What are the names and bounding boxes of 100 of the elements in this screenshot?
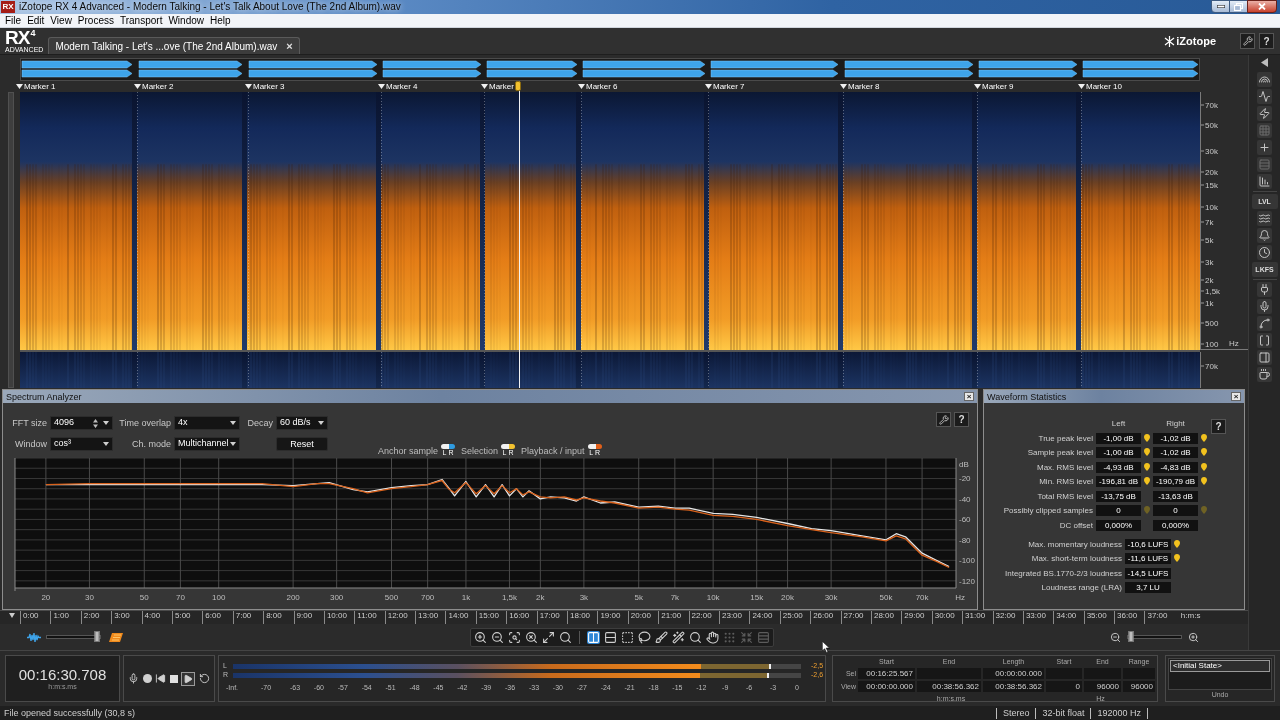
marker-label[interactable]: Marker 2: [142, 81, 174, 92]
location-pin-icon[interactable]: [1144, 462, 1150, 471]
spectrogram[interactable]: [20, 92, 1200, 350]
arcs-icon[interactable]: [1257, 72, 1272, 87]
marker-triangle-icon[interactable]: [840, 84, 847, 89]
dropdown[interactable]: 4x: [174, 416, 240, 430]
scan-search-icon[interactable]: [508, 630, 521, 644]
marker-triangle-icon[interactable]: [578, 84, 585, 89]
location-pin-icon[interactable]: [1144, 448, 1150, 456]
menu-item[interactable]: Edit: [27, 14, 45, 27]
marker-label[interactable]: Marker 3: [253, 81, 285, 92]
marker-label[interactable]: Marker 10: [1086, 81, 1122, 92]
help-button[interactable]: ?: [1211, 419, 1226, 434]
help-button[interactable]: ?: [954, 412, 969, 427]
clock-icon[interactable]: [1257, 245, 1272, 260]
marker-triangle-icon[interactable]: [16, 84, 23, 89]
brackets-icon[interactable]: [1257, 333, 1272, 348]
dashed-square-icon[interactable]: [621, 630, 634, 644]
slider-thumb[interactable]: [1128, 631, 1134, 642]
dropdown[interactable]: 60 dB/s: [276, 416, 328, 430]
curve-icon[interactable]: [1257, 316, 1272, 331]
location-pin-icon[interactable]: [1144, 433, 1150, 442]
pulse-icon[interactable]: [1257, 89, 1272, 104]
location-pin-icon[interactable]: [1201, 462, 1207, 471]
timeline-ruler[interactable]: [0, 610, 1248, 624]
lasso-icon[interactable]: [638, 630, 651, 644]
marker-triangle-icon[interactable]: [705, 84, 712, 89]
magic-wand-icon[interactable]: [672, 630, 685, 644]
location-pin-icon[interactable]: [1201, 448, 1207, 456]
menu-item[interactable]: Window: [168, 14, 204, 27]
marker-label[interactable]: Marker 1: [24, 81, 56, 92]
lightning-icon[interactable]: [1257, 106, 1272, 121]
record-icon[interactable]: [142, 674, 152, 683]
zoom-out-icon[interactable]: [491, 630, 504, 644]
menu-item[interactable]: Transport: [120, 14, 163, 27]
menu-item[interactable]: Process: [77, 14, 114, 27]
waveform-icon[interactable]: [27, 632, 41, 642]
value-field[interactable]: 96000: [1084, 681, 1121, 692]
panel-icon[interactable]: [1257, 350, 1272, 365]
marker-label[interactable]: Marker 8: [848, 81, 880, 92]
reset-button[interactable]: Reset: [276, 437, 328, 451]
maximize-button[interactable]: [1230, 0, 1247, 13]
hand-icon[interactable]: [706, 630, 719, 644]
minimize-button[interactable]: [1211, 0, 1230, 13]
location-pin-icon[interactable]: [1174, 554, 1180, 562]
marker-triangle-icon[interactable]: [974, 84, 981, 89]
brush-icon[interactable]: [655, 630, 668, 644]
zoom-in-icon[interactable]: [474, 630, 487, 644]
playhead-handle[interactable]: [515, 81, 521, 91]
waves-icon[interactable]: [1257, 211, 1272, 226]
timeline-triangle-icon[interactable]: [9, 613, 15, 618]
bell-icon[interactable]: [1257, 228, 1272, 243]
close-window-button[interactable]: [1247, 0, 1277, 13]
circular-arrow-icon[interactable]: [198, 673, 210, 684]
dropdown[interactable]: Multichannel: [174, 437, 240, 451]
cup-icon[interactable]: [1257, 367, 1272, 382]
marker-triangle-icon[interactable]: [1078, 84, 1085, 89]
settings-button[interactable]: [1240, 33, 1255, 49]
plus-icon[interactable]: [1257, 140, 1272, 155]
marker-label[interactable]: Marker 6: [586, 81, 618, 92]
menu-item[interactable]: File: [5, 14, 22, 27]
undo-item[interactable]: <Initial State>: [1170, 660, 1270, 672]
close-panel-button[interactable]: ×: [964, 392, 974, 401]
scrollbar[interactable]: [8, 92, 14, 388]
marker-label[interactable]: Marker 9: [982, 81, 1014, 92]
zoom-out-icon[interactable]: [1110, 631, 1121, 643]
value-field[interactable]: 0: [1046, 681, 1082, 692]
striped-parallelogram-icon[interactable]: [109, 632, 123, 642]
microphone-icon[interactable]: [1257, 299, 1272, 314]
bar-chart-icon[interactable]: [1257, 174, 1272, 189]
search-icon[interactable]: [559, 630, 572, 644]
search-icon[interactable]: [689, 630, 702, 644]
columns-icon[interactable]: [587, 630, 600, 644]
stop-icon[interactable]: [169, 674, 178, 683]
location-pin-icon[interactable]: [1144, 477, 1150, 485]
slider-thumb[interactable]: [94, 631, 100, 642]
help-button[interactable]: ?: [1259, 33, 1274, 49]
waveform-overview[interactable]: [20, 58, 1200, 81]
value-field[interactable]: 00:16:25.567: [858, 668, 915, 679]
location-pin-icon[interactable]: [1201, 477, 1207, 485]
marker-label[interactable]: Marker: [489, 81, 514, 92]
dropdown[interactable]: cos³: [50, 437, 113, 451]
plug-icon[interactable]: [1257, 282, 1272, 297]
zoom-in-icon[interactable]: [1188, 631, 1199, 643]
location-pin-icon[interactable]: [1174, 539, 1180, 548]
value-field[interactable]: 00:38:56.362: [983, 681, 1044, 692]
close-tab-button[interactable]: ×: [286, 40, 293, 52]
marker-label[interactable]: Marker 7: [713, 81, 745, 92]
marker-triangle-icon[interactable]: [134, 84, 141, 89]
left-triangle-icon[interactable]: [1261, 58, 1268, 67]
marker-triangle-icon[interactable]: [245, 84, 252, 89]
search-x-icon[interactable]: [525, 630, 538, 644]
close-panel-button[interactable]: ×: [1231, 392, 1241, 401]
expand-arrows-icon[interactable]: [542, 630, 555, 644]
marker-label[interactable]: Marker 4: [386, 81, 418, 92]
value-field[interactable]: 00:00:00.000: [983, 668, 1044, 679]
value-field[interactable]: 96000: [1123, 681, 1155, 692]
menu-item[interactable]: View: [50, 14, 72, 27]
settings-button[interactable]: [936, 412, 951, 427]
spin-field[interactable]: 4096: [50, 416, 113, 430]
